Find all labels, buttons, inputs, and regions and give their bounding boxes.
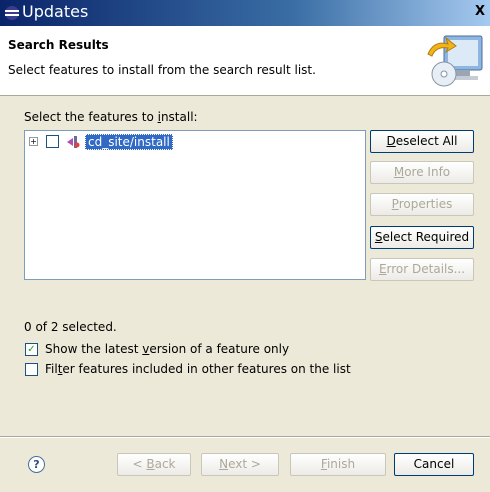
more-info-button[interactable]: More Info bbox=[370, 161, 474, 184]
site-icon bbox=[67, 136, 80, 148]
properties-mnemonic: P bbox=[391, 197, 399, 211]
title-bar[interactable]: Updates X bbox=[0, 0, 490, 26]
next-mnemonic: N bbox=[219, 457, 229, 471]
tree-item-label[interactable]: cd_site/install bbox=[85, 134, 173, 150]
select-required-mnemonic: S bbox=[374, 230, 383, 244]
update-wizard-icon bbox=[427, 35, 483, 87]
finish-post: inish bbox=[326, 457, 356, 471]
selection-status: 0 of 2 selected. bbox=[24, 320, 117, 334]
show-latest-post: ersion of a feature only bbox=[149, 342, 290, 356]
error-details-label: rror Details... bbox=[386, 262, 466, 276]
footer-separator bbox=[0, 436, 490, 438]
back-post: ack bbox=[154, 457, 176, 471]
filter-included-post: er features included in other features o… bbox=[62, 362, 351, 376]
more-info-label: ore Info bbox=[404, 165, 451, 179]
back-pre: < bbox=[132, 457, 147, 471]
error-details-mnemonic: E bbox=[378, 262, 387, 276]
cancel-button[interactable]: Cancel bbox=[394, 453, 474, 476]
next-button[interactable]: Next > bbox=[201, 453, 279, 476]
page-description: Select features to install from the sear… bbox=[8, 63, 316, 77]
show-latest-pre: Show the latest bbox=[45, 342, 143, 356]
deselect-all-mnemonic: D bbox=[386, 134, 396, 148]
wizard-header: Search Results Select features to instal… bbox=[0, 26, 490, 96]
more-info-mnemonic: M bbox=[393, 165, 405, 179]
features-label-suffix: nstall: bbox=[160, 110, 198, 124]
window-title: Updates bbox=[22, 2, 89, 21]
features-tree[interactable]: + cd_site/install bbox=[24, 130, 366, 280]
eclipse-icon bbox=[5, 6, 19, 20]
close-button[interactable]: X bbox=[472, 4, 488, 20]
deselect-all-button[interactable]: Deselect All bbox=[370, 130, 474, 153]
properties-label: roperties bbox=[398, 197, 453, 211]
select-required-button[interactable]: Select Required bbox=[370, 226, 474, 249]
page-title: Search Results bbox=[8, 38, 109, 52]
finish-button[interactable]: Finish bbox=[290, 453, 386, 476]
error-details-button[interactable]: Error Details... bbox=[370, 258, 474, 281]
features-label-prefix: Select the features to bbox=[24, 110, 158, 124]
next-post: ext > bbox=[228, 457, 261, 471]
help-icon[interactable]: ? bbox=[28, 456, 45, 473]
filter-included-pre: Fil bbox=[45, 362, 58, 376]
expand-icon[interactable]: + bbox=[29, 137, 38, 146]
features-label: Select the features to install: bbox=[24, 110, 198, 124]
back-button[interactable]: < Back bbox=[117, 453, 191, 476]
back-mnemonic: B bbox=[146, 457, 155, 471]
filter-included-checkbox[interactable] bbox=[25, 363, 38, 376]
feature-checkbox[interactable] bbox=[46, 135, 59, 148]
show-latest-checkbox[interactable]: ✓ bbox=[25, 343, 38, 356]
select-required-label: elect Required bbox=[382, 230, 470, 244]
show-latest-label[interactable]: Show the latest version of a feature onl… bbox=[45, 342, 289, 356]
filter-included-label[interactable]: Filter features included in other featur… bbox=[45, 362, 351, 376]
properties-button[interactable]: Properties bbox=[370, 193, 474, 216]
deselect-all-label: eselect All bbox=[395, 134, 458, 148]
